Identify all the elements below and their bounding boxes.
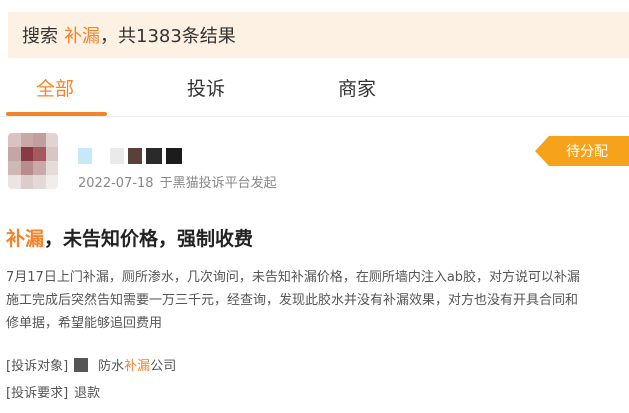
tab-complaints[interactable]: 投诉 bbox=[187, 74, 225, 101]
complaint-meta: 2022-07-18 于黑猫投诉平台发起 bbox=[78, 172, 277, 191]
tab-bar: 全部 投诉 商家 bbox=[0, 58, 629, 117]
avatar bbox=[8, 133, 58, 189]
tab-all[interactable]: 全部 bbox=[36, 74, 74, 101]
complaint-demand: [投诉要求] 退款 bbox=[6, 382, 100, 401]
result-prefix: 搜索 bbox=[22, 26, 58, 47]
complaint-source: 于黑猫投诉平台发起 bbox=[159, 176, 277, 191]
description-line: 7月17日上门补漏，厕所渗水，几次询问，未告知补漏价格，在厕所墙内注入ab胶，对… bbox=[6, 270, 581, 285]
target-label: [投诉对象] bbox=[6, 359, 69, 374]
search-result-summary: 搜索 补漏 ，共1383条结果 bbox=[8, 12, 629, 58]
target-company[interactable]: 防水补漏公司 bbox=[98, 355, 176, 374]
demand-label: [投诉要求] bbox=[6, 386, 69, 401]
title-keyword: 补漏 bbox=[6, 228, 45, 250]
active-tab-indicator bbox=[6, 112, 107, 116]
description-line: 施工完成后突然告知需要一万三千元，经查询，发现此胶水并没有补漏效果，对方也没有开… bbox=[6, 293, 579, 308]
demand-value: 退款 bbox=[74, 386, 101, 401]
description-line: 修单据，希望能够追回费用 bbox=[6, 316, 163, 331]
company-logo-icon bbox=[74, 357, 89, 372]
username-obscured bbox=[78, 148, 182, 164]
tab-merchants[interactable]: 商家 bbox=[338, 74, 376, 101]
result-keyword: 补漏 bbox=[64, 26, 100, 47]
complaint-date: 2022-07-18 bbox=[78, 176, 154, 191]
result-count: ，共1383条结果 bbox=[100, 26, 236, 47]
complaint-title[interactable]: 补漏，未告知价格，强制收费 bbox=[6, 224, 253, 251]
complaint-target: [投诉对象] 防水补漏公司 bbox=[6, 355, 176, 374]
complaint-card[interactable]: 2022-07-18 于黑猫投诉平台发起 待分配 补漏，未告知价格，强制收费 7月… bbox=[0, 120, 629, 413]
status-badge: 待分配 bbox=[535, 136, 629, 166]
complaint-description: 7月17日上门补漏，厕所渗水，几次询问，未告知补漏价格，在厕所墙内注入ab胶，对… bbox=[6, 266, 629, 335]
title-text: ，未告知价格，强制收费 bbox=[44, 228, 254, 250]
